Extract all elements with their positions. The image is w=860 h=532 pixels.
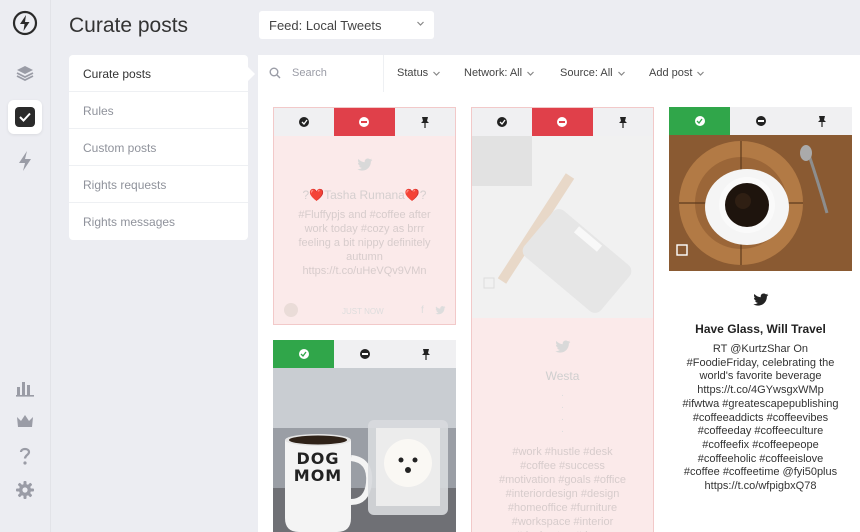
feed-select-label: Feed: Local Tweets <box>269 18 382 33</box>
minus-circle-icon <box>359 117 370 127</box>
minus-circle-icon <box>557 117 568 127</box>
add-post-label: Add post <box>649 67 693 79</box>
post-text: #work #hustle #desk #coffee #success #mo… <box>499 446 626 532</box>
settings-gear-icon[interactable] <box>12 477 38 503</box>
check-circle-icon <box>298 349 309 359</box>
post-card[interactable]: Have Glass, Will Travel RT @KurtzShar On… <box>669 107 852 532</box>
chevron-down-icon <box>527 71 535 76</box>
post-timestamp: JUST NOW <box>342 307 384 316</box>
source-filter-label: Source: All <box>560 67 613 79</box>
mug-print: DOG MOM <box>293 449 343 485</box>
pin-icon <box>618 117 627 128</box>
minus-circle-icon <box>755 116 766 126</box>
layers-icon[interactable] <box>12 60 38 86</box>
status-filter[interactable]: Status <box>397 67 441 79</box>
posts-grid: ?❤️Tasha Rumana❤️? #Fluffypjs and #coffe… <box>258 92 860 532</box>
network-filter-label: Network: All <box>464 67 523 79</box>
curate-submenu: Curate posts Rules Custom posts Rights r… <box>69 55 255 240</box>
lightning-icon[interactable] <box>12 148 38 174</box>
reject-button[interactable] <box>730 107 791 135</box>
approve-button[interactable] <box>669 107 730 135</box>
add-post-button[interactable]: Add post <box>649 67 705 79</box>
post-text: RT @KurtzShar On #FoodieFriday, celebrat… <box>682 343 839 493</box>
moderation-bar <box>669 107 852 135</box>
check-circle-icon <box>497 117 508 127</box>
submenu-pointer <box>247 66 255 82</box>
twitter-share-icon[interactable] <box>435 306 446 315</box>
approve-button[interactable] <box>472 108 533 136</box>
search-placeholder: Search <box>292 67 327 79</box>
pin-icon <box>420 117 429 128</box>
reject-button[interactable] <box>334 108 395 136</box>
curate-nav-icon[interactable] <box>8 100 42 134</box>
submenu-item-rights-requests[interactable]: Rights requests <box>69 166 248 203</box>
minus-circle-icon <box>359 349 370 359</box>
approve-button[interactable] <box>274 108 335 136</box>
submenu-item-rules[interactable]: Rules <box>69 92 248 129</box>
search-input[interactable]: Search <box>258 55 384 92</box>
post-author: ?❤️Tasha Rumana❤️? <box>302 188 427 202</box>
approve-button[interactable] <box>273 340 334 368</box>
submenu-item-custom-posts[interactable]: Custom posts <box>69 129 248 166</box>
twitter-icon <box>357 158 373 171</box>
chevron-down-icon <box>433 71 441 76</box>
twitter-icon <box>753 293 769 306</box>
filter-bar: Search Status Network: All Source: All A… <box>258 55 860 92</box>
network-filter[interactable]: Network: All <box>464 67 535 79</box>
search-icon <box>269 67 281 79</box>
post-ellipsis: · · · · <box>560 390 565 437</box>
reject-button[interactable] <box>334 340 395 368</box>
page-title: Curate posts <box>69 14 189 37</box>
pin-button[interactable] <box>394 108 455 136</box>
crown-icon[interactable] <box>12 408 38 434</box>
post-text: #Fluffypjs and #coffee after work today … <box>298 209 431 277</box>
post-card[interactable]: ?❤️Tasha Rumana❤️? #Fluffypjs and #coffe… <box>273 107 456 325</box>
chevron-down-icon <box>617 71 625 76</box>
feed-select[interactable]: Feed: Local Tweets <box>259 11 434 39</box>
check-circle-icon <box>299 117 310 127</box>
logo-icon[interactable] <box>12 10 38 36</box>
twitter-icon <box>555 340 571 353</box>
moderation-bar <box>273 340 456 368</box>
pin-button[interactable] <box>395 340 456 368</box>
pin-icon <box>817 116 826 127</box>
moderation-bar <box>472 108 653 136</box>
analytics-icon[interactable] <box>12 375 38 401</box>
reject-button[interactable] <box>532 108 593 136</box>
check-circle-icon <box>694 116 705 126</box>
left-rail <box>0 0 51 532</box>
submenu-item-curate-posts[interactable]: Curate posts <box>69 55 248 92</box>
pin-button[interactable] <box>592 108 653 136</box>
source-filter[interactable]: Source: All <box>560 67 626 79</box>
facebook-icon[interactable]: f <box>421 305 424 316</box>
post-image <box>669 135 852 271</box>
post-card[interactable]: DOG MOM <box>273 340 456 532</box>
post-author: Westa <box>545 369 580 383</box>
chevron-down-icon <box>697 71 705 76</box>
chevron-down-icon <box>417 21 424 26</box>
moderation-bar <box>274 108 455 136</box>
post-card[interactable]: Westa · · · · #work #hustle #desk #coffee #… <box>471 107 654 532</box>
help-icon[interactable] <box>12 443 38 469</box>
post-author: Have Glass, Will Travel <box>695 322 826 336</box>
submenu-item-rights-messages[interactable]: Rights messages <box>69 203 248 240</box>
pin-button[interactable] <box>791 107 852 135</box>
status-filter-label: Status <box>397 67 429 79</box>
post-image <box>472 136 653 318</box>
pin-icon <box>421 349 430 360</box>
avatar <box>284 303 298 317</box>
